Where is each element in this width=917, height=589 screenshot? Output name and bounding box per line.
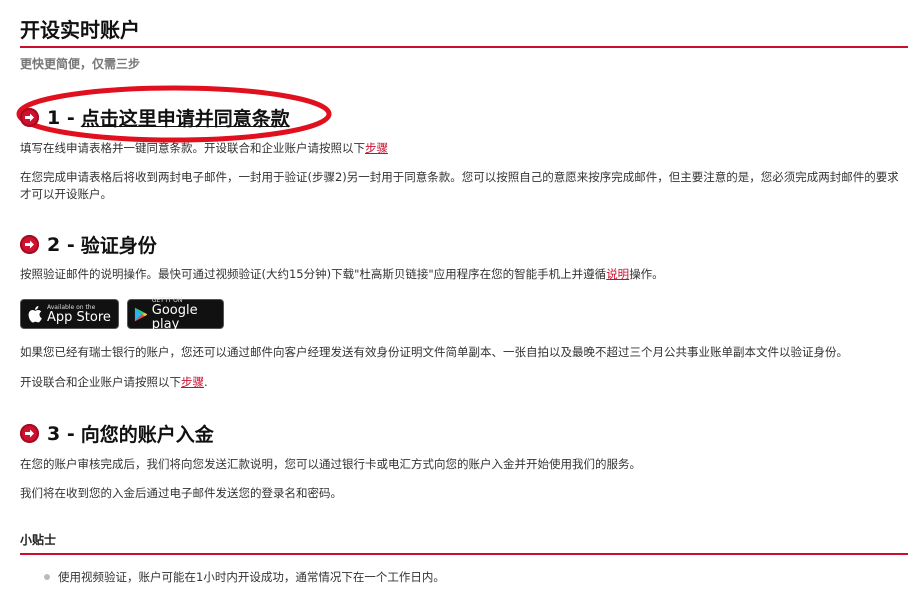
step3-number: 3 - (47, 422, 75, 445)
arrow-right-circle-icon (20, 424, 39, 443)
step1-paragraph-2: 在您完成申请表格后将收到两封电子邮件，一封用于验证(步骤2)另一封用于同意条款。… (20, 170, 899, 201)
list-item: 使用视频验证，账户可能在1小时内开设成功，通常情况下在一个工作日内。 (44, 569, 445, 585)
google-play-icon (134, 307, 148, 321)
title-divider (20, 46, 908, 48)
step2-number: 2 - (47, 233, 75, 256)
step1-heading[interactable]: 1 - 点击这里申请并同意条款 (20, 104, 290, 131)
step2-paragraph-1: 按照验证邮件的说明操作。最快可通过视频验证(大约15分钟)下载"杜高斯贝链接"应… (20, 266, 910, 283)
app-store-button[interactable]: Available on the App Store (20, 299, 119, 329)
arrow-right-circle-icon (20, 235, 39, 254)
step3-paragraph-1: 在您的账户审核完成后，我们将向您发送汇款说明，您可以通过银行卡或电汇方式向您的账… (20, 457, 641, 471)
arrow-right-circle-icon (20, 108, 39, 127)
page-title: 开设实时账户 (20, 18, 140, 42)
apple-icon (28, 306, 42, 323)
google-play-big-text: Google play (151, 302, 198, 332)
step2-p3-tail: . (204, 375, 208, 389)
step2-label: 验证身份 (80, 235, 157, 257)
step2-p3-text: 开设联合和企业账户请按照以下 (20, 375, 181, 389)
step1-paragraph-1: 填写在线申请表格并一键同意条款。开设联合和企业账户请按照以下步骤 (20, 140, 910, 157)
step2-paragraph-2: 如果您已经有瑞士银行的账户，您还可以通过邮件向客户经理发送有效身份证明文件简单副… (20, 345, 848, 359)
step2-heading: 2 - 验证身份 (20, 231, 157, 258)
app-store-big-text: App Store (47, 309, 111, 325)
step1-p1-text: 填写在线申请表格并一键同意条款。开设联合和企业账户请按照以下 (20, 141, 365, 155)
tips-divider (20, 553, 908, 555)
step3-heading: 3 - 向您的账户入金 (20, 420, 214, 447)
google-play-button[interactable]: GET IT ON Google play (127, 297, 224, 332)
page-subtitle: 更快更简便，仅需三步 (20, 57, 141, 71)
step2-instructions-link[interactable]: 说明 (606, 267, 629, 281)
step2-paragraph-3: 开设联合和企业账户请按照以下步骤. (20, 374, 910, 391)
step2-p1-text: 按照验证邮件的说明操作。最快可通过视频验证(大约15分钟)下载"杜高斯贝链接"应… (20, 267, 607, 281)
step1-steps-link[interactable]: 步骤 (365, 141, 388, 155)
step3-label: 向您的账户入金 (80, 424, 214, 446)
step1-number: 1 - (47, 106, 75, 129)
step2-steps-link[interactable]: 步骤 (181, 375, 204, 389)
step3-paragraph-2: 我们将在收到您的入金后通过电子邮件发送您的登录名和密码。 (20, 486, 342, 500)
bullet-icon (44, 574, 50, 580)
tips-title: 小贴士 (20, 533, 57, 547)
tip-text: 使用视频验证，账户可能在1小时内开设成功，通常情况下在一个工作日内。 (58, 570, 445, 584)
step1-apply-link[interactable]: 点击这里申请并同意条款 (81, 104, 290, 131)
step2-p1-tail: 操作。 (629, 267, 664, 281)
